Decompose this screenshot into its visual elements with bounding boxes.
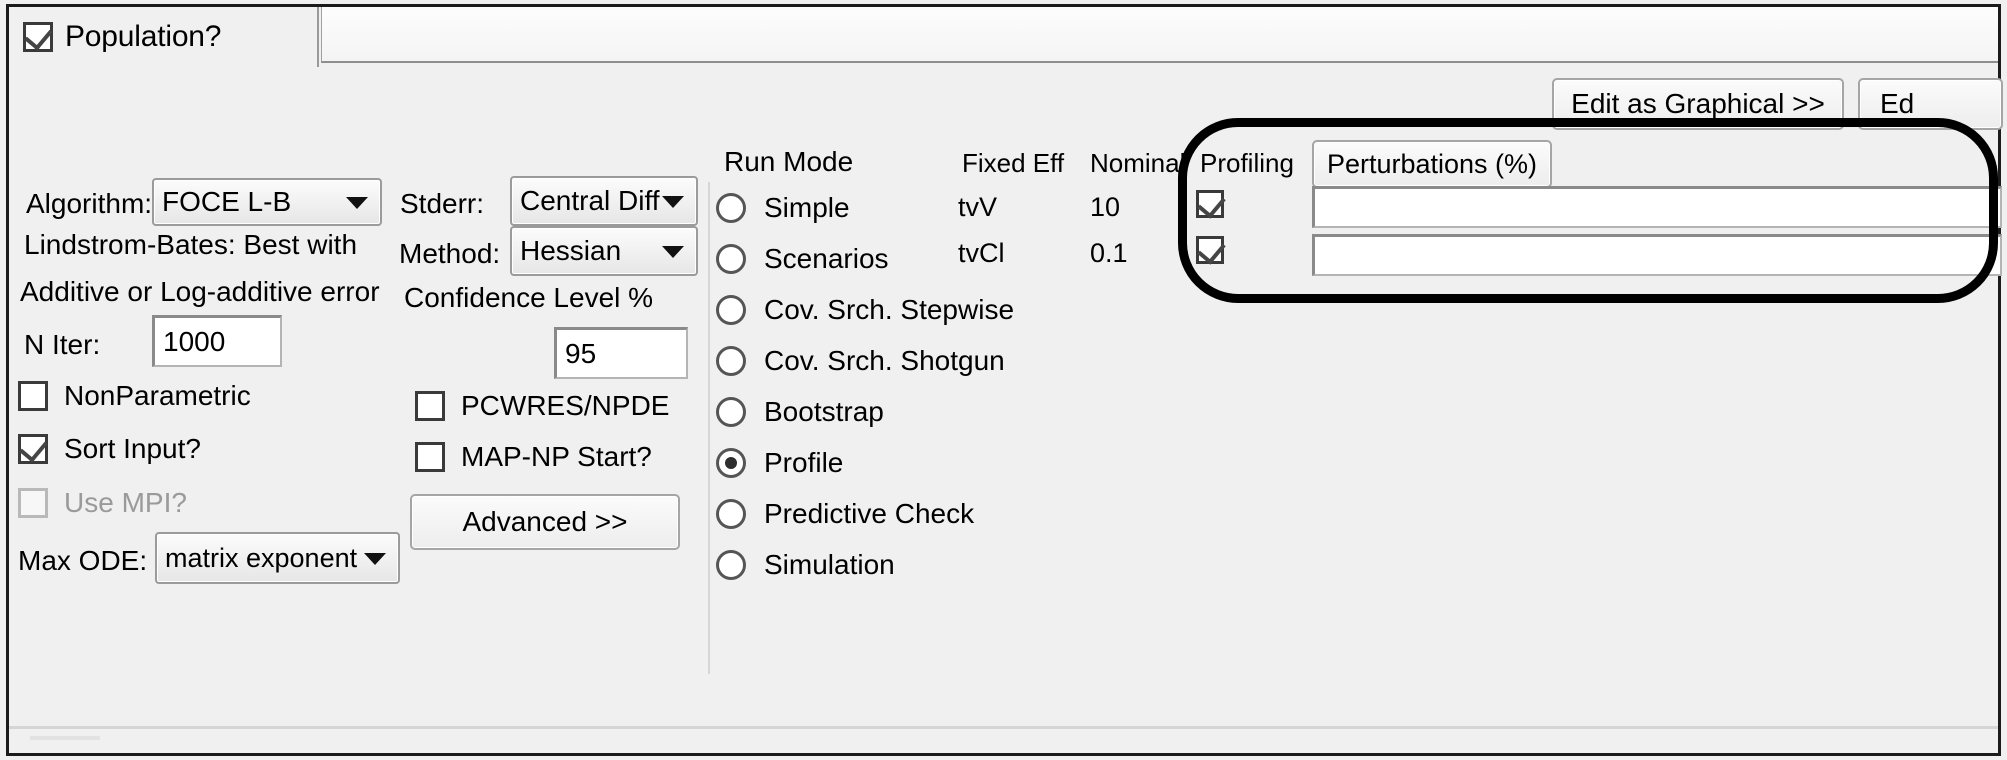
tab-population[interactable]: Population? <box>9 7 319 67</box>
nonparametric-row[interactable]: NonParametric <box>18 380 251 412</box>
nonparametric-checkbox[interactable] <box>18 381 48 411</box>
radio-simple[interactable] <box>716 193 746 223</box>
edit-as-graphical-button[interactable]: Edit as Graphical >> <box>1552 78 1844 130</box>
radio-selected-dot <box>725 457 737 469</box>
run-mode-option-bootstrap[interactable]: Bootstrap <box>716 396 884 428</box>
max-ode-select[interactable]: matrix exponent <box>155 532 400 584</box>
edit-as-textual-button[interactable]: Ed <box>1858 78 2003 130</box>
run-mode-option-cov-srch-stepwise[interactable]: Cov. Srch. Stepwise <box>716 294 1014 326</box>
table-row: 10 <box>1090 192 1120 223</box>
radio-simulation[interactable] <box>716 550 746 580</box>
scroll-nub <box>30 736 100 740</box>
run-mode-label: Predictive Check <box>764 498 974 530</box>
run-mode-label: Cov. Srch. Shotgun <box>764 345 1005 377</box>
niter-value: 1000 <box>163 326 225 358</box>
chevron-down-icon <box>346 197 368 209</box>
stderr-value: Central Diff <box>520 185 660 217</box>
confidence-level-label: Confidence Level % <box>404 282 653 314</box>
edit-as-textual-label: Ed <box>1880 88 1914 120</box>
tab-strip-empty-area <box>321 7 1998 63</box>
radio-profile[interactable] <box>716 448 746 478</box>
use-mpi-checkbox <box>18 488 48 518</box>
run-mode-option-simple[interactable]: Simple <box>716 192 850 224</box>
niter-label: N Iter: <box>24 329 100 361</box>
radio-scenarios[interactable] <box>716 244 746 274</box>
check-icon <box>1197 235 1225 264</box>
screenshot-root: Population? Edit as Graphical >> Ed Algo… <box>0 0 2007 760</box>
radio-predictive-check[interactable] <box>716 499 746 529</box>
run-mode-option-profile[interactable]: Profile <box>716 447 843 479</box>
algorithm-select[interactable]: FOCE L-B <box>152 178 382 226</box>
radio-cov-srch-stepwise[interactable] <box>716 295 746 325</box>
run-mode-option-scenarios[interactable]: Scenarios <box>716 243 889 275</box>
map-np-start-row[interactable]: MAP-NP Start? <box>415 441 652 473</box>
use-mpi-row: Use MPI? <box>18 487 187 519</box>
algorithm-label: Algorithm: <box>26 188 152 220</box>
run-mode-divider <box>708 182 710 674</box>
run-mode-title: Run Mode <box>724 146 853 178</box>
table-header-profiling: Profiling <box>1200 148 1294 179</box>
run-mode-label: Simulation <box>764 549 895 581</box>
sort-input-row[interactable]: Sort Input? <box>18 433 201 465</box>
run-mode-label: Cov. Srch. Stepwise <box>764 294 1014 326</box>
tab-population-label: Population? <box>65 20 221 54</box>
map-np-start-label: MAP-NP Start? <box>461 441 652 473</box>
run-mode-label: Bootstrap <box>764 396 884 428</box>
stderr-select[interactable]: Central Diff <box>510 176 698 226</box>
edit-as-graphical-label: Edit as Graphical >> <box>1571 88 1825 120</box>
niter-input[interactable]: 1000 <box>152 315 282 367</box>
confidence-level-value: 95 <box>565 338 596 370</box>
pcwres-npde-row[interactable]: PCWRES/NPDE <box>415 390 669 422</box>
nonparametric-label: NonParametric <box>64 380 251 412</box>
method-label: Method: <box>399 238 500 270</box>
run-mode-option-predictive-check[interactable]: Predictive Check <box>716 498 974 530</box>
table-header-perturbations: Perturbations (%) <box>1327 149 1537 180</box>
use-mpi-label: Use MPI? <box>64 487 187 519</box>
tab-strip: Population? <box>9 7 1998 67</box>
radio-bootstrap[interactable] <box>716 397 746 427</box>
advanced-button[interactable]: Advanced >> <box>410 494 680 550</box>
run-mode-option-cov-srch-shotgun[interactable]: Cov. Srch. Shotgun <box>716 345 1005 377</box>
population-checkbox[interactable] <box>23 22 53 52</box>
stderr-label: Stderr: <box>400 188 484 220</box>
table-row: tvV <box>958 192 997 223</box>
method-select[interactable]: Hessian <box>510 226 698 276</box>
panel-bottom-edge <box>9 726 1998 729</box>
method-value: Hessian <box>520 235 621 267</box>
algorithm-hint-line2: Additive or Log-additive error <box>20 276 380 308</box>
table-header-nominal: Nominal <box>1090 148 1185 179</box>
profiling-checkbox-row-2[interactable] <box>1196 236 1224 264</box>
sort-input-label: Sort Input? <box>64 433 201 465</box>
perturbations-header-button[interactable]: Perturbations (%) <box>1312 140 1552 188</box>
algorithm-hint-line1: Lindstrom-Bates: Best with <box>24 229 357 261</box>
check-icon <box>24 21 52 50</box>
perturbations-input-row-1[interactable] <box>1312 186 2002 228</box>
chevron-down-icon <box>662 196 684 208</box>
pcwres-npde-checkbox[interactable] <box>415 391 445 421</box>
check-icon <box>19 433 47 462</box>
chevron-down-icon <box>364 553 386 565</box>
algorithm-value: FOCE L-B <box>162 186 291 218</box>
sort-input-checkbox[interactable] <box>18 434 48 464</box>
chevron-down-icon <box>662 246 684 258</box>
run-mode-label: Simple <box>764 192 850 224</box>
max-ode-value: matrix exponent <box>165 543 357 574</box>
pcwres-npde-label: PCWRES/NPDE <box>461 390 669 422</box>
confidence-level-input[interactable]: 95 <box>554 327 688 379</box>
table-row: 0.1 <box>1090 238 1128 269</box>
check-icon <box>1197 189 1225 218</box>
profiling-checkbox-row-1[interactable] <box>1196 190 1224 218</box>
run-mode-option-simulation[interactable]: Simulation <box>716 549 895 581</box>
radio-cov-srch-shotgun[interactable] <box>716 346 746 376</box>
perturbations-input-row-2[interactable] <box>1312 234 2002 276</box>
advanced-label: Advanced >> <box>462 506 627 538</box>
map-np-start-checkbox[interactable] <box>415 442 445 472</box>
run-mode-label: Scenarios <box>764 243 889 275</box>
table-row: tvCl <box>958 238 1005 269</box>
table-header-fixed-eff: Fixed Eff <box>962 148 1064 179</box>
run-mode-label: Profile <box>764 447 843 479</box>
max-ode-label: Max ODE: <box>18 545 147 577</box>
